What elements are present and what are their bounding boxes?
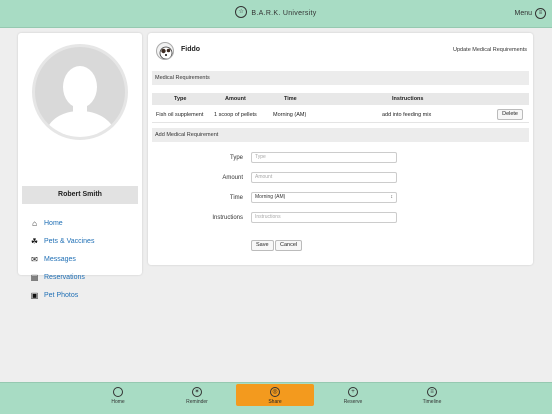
reminder-icon: ✶ [192, 387, 202, 397]
sidebar-item-label: Pets & Vaccines [44, 237, 95, 245]
plus-circle-icon: + [348, 387, 358, 397]
column-header: Instructions [392, 96, 424, 102]
paw-icon: ☘ [30, 236, 39, 246]
avatar [32, 44, 128, 140]
paw-logo-icon: ☆ [235, 6, 248, 18]
tab-label: Home [111, 399, 125, 405]
tab-timeline[interactable]: ≡ Timeline [393, 384, 471, 406]
sidebar-item-label: Messages [44, 255, 76, 263]
share-icon: ◎ [270, 387, 280, 397]
type-input[interactable]: Type [251, 152, 397, 163]
tab-reminder[interactable]: ✶ Reminder [158, 384, 236, 406]
amount-cell: 1 scoop of pellets [214, 112, 257, 118]
column-header: Amount [225, 96, 246, 102]
sidebar-item-home[interactable]: ⌂ Home [30, 214, 94, 232]
tab-label: Timeline [422, 399, 442, 405]
app-brand: ☆ B.A.R.K. University [0, 6, 552, 19]
time-select[interactable]: Morning (AM) ↕ [251, 192, 397, 203]
menu-label: Menu [514, 10, 532, 17]
timeline-icon: ≡ [427, 387, 437, 397]
column-header: Type [174, 96, 187, 102]
home-circle-icon [113, 387, 123, 397]
save-button[interactable]: Save [251, 240, 274, 251]
sidebar-item-label: Home [44, 219, 63, 227]
table-row: Fish oil supplement 1 scoop of pellets M… [152, 107, 529, 123]
type-label: Type [229, 155, 243, 161]
sidebar-item-messages[interactable]: ✉ Messages [30, 250, 94, 268]
menu-button[interactable]: Menu ≡ [514, 8, 546, 19]
type-cell: Fish oil supplement [156, 112, 204, 118]
tab-share[interactable]: ◎ Share [236, 384, 314, 406]
tab-label: Reminder [186, 399, 208, 405]
sidebar-item-pet-photos[interactable]: ▣ Pet Photos [30, 286, 94, 304]
app-title: B.A.R.K. University [251, 9, 317, 17]
medical-card: Fiddo Update Medical Requirements Medica… [148, 33, 533, 265]
add-medical-header: Add Medical Requirement [152, 128, 529, 142]
instructions-cell: add into feeding mix [382, 112, 432, 118]
photos-icon: ▣ [30, 290, 39, 300]
pet-avatar [156, 42, 174, 60]
sidebar-item-reservations[interactable]: ▤ Reservations [30, 268, 94, 286]
calendar-icon: ▤ [30, 272, 39, 282]
time-select-value: Morning (AM) [255, 194, 286, 200]
profile-name: Robert Smith [22, 186, 138, 204]
chevron-updown-icon: ↕ [390, 194, 394, 200]
instructions-label: Instructions [212, 215, 243, 221]
sidebar-item-label: Reservations [44, 273, 85, 281]
update-medical-link[interactable]: Update Medical Requirements [453, 47, 527, 53]
menu-icon: ≡ [535, 8, 546, 19]
tab-label: Share [268, 399, 282, 405]
column-header: Time [284, 96, 297, 102]
tab-reserve[interactable]: + Reserve [314, 384, 392, 406]
home-icon: ⌂ [32, 218, 37, 228]
sidebar-item-pets-vaccines[interactable]: ☘ Pets & Vaccines [30, 232, 95, 250]
delete-button[interactable]: Delete [497, 109, 523, 120]
profile-card: Robert Smith ⌂ Home ☘ Pets & Vaccines ✉ … [18, 33, 142, 300]
instructions-input[interactable]: Instructions [251, 212, 397, 223]
time-cell: Morning (AM) [273, 112, 307, 118]
table-header: Type Amount Time Instructions [152, 93, 529, 105]
top-bar: ☆ B.A.R.K. University Menu ≡ [0, 0, 552, 28]
amount-label: Amount [222, 175, 243, 181]
medical-requirements-header: Medical Requirements [152, 71, 529, 85]
tab-label: Reserve [343, 399, 363, 405]
sidebar-nav: ⌂ Home ☘ Pets & Vaccines ✉ Messages ▤ Re… [30, 214, 95, 304]
sidebar-item-label: Pet Photos [44, 291, 79, 299]
pet-photo-icon [159, 46, 173, 59]
amount-input[interactable]: Amount [251, 172, 397, 183]
time-label: Time [229, 195, 243, 201]
pet-name: Fiddo [181, 46, 201, 53]
bottom-tab-bar: Home ✶ Reminder ◎ Share + Reserve ≡ Time… [0, 382, 552, 414]
envelope-icon: ✉ [31, 254, 38, 264]
person-silhouette-icon [44, 66, 118, 137]
cancel-button[interactable]: Cancel [275, 240, 303, 251]
tab-home[interactable]: Home [79, 384, 157, 406]
